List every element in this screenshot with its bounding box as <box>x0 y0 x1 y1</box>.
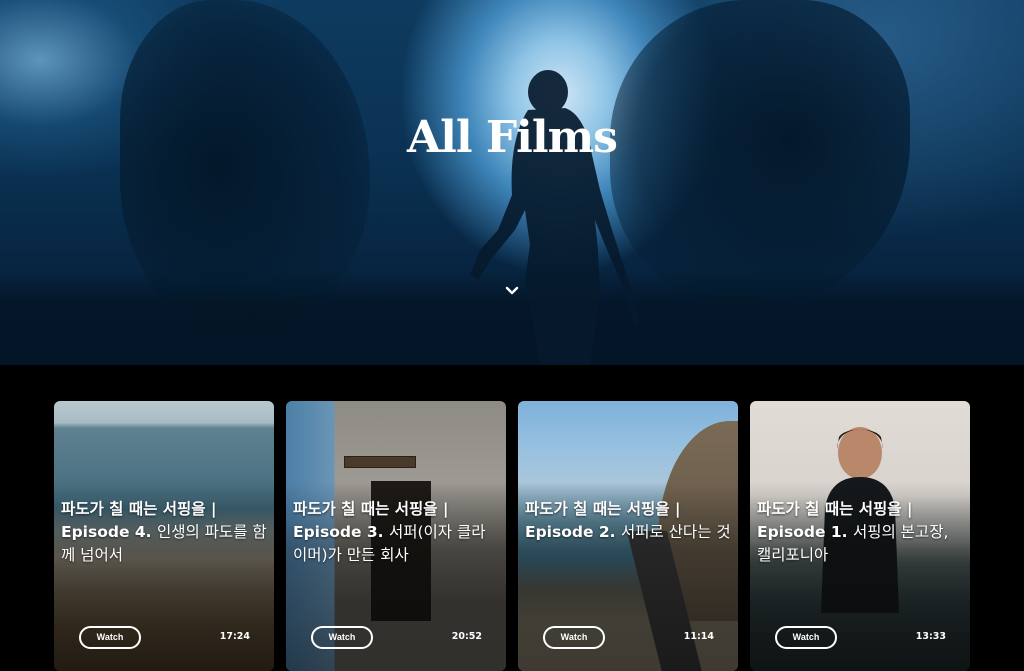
film-duration: 11:14 <box>683 631 714 642</box>
film-title[interactable]: 파도가 칠 때는 서핑을 | Episode 4. 인생의 파도를 함께 넘어서 <box>61 498 267 567</box>
film-subtitle: 서퍼로 산다는 것 <box>620 523 731 541</box>
watch-button[interactable]: Watch <box>775 626 837 649</box>
film-series: 파도가 칠 때는 서핑을 | <box>525 500 681 518</box>
film-duration: 17:24 <box>219 631 250 642</box>
film-series: 파도가 칠 때는 서핑을 | <box>757 500 913 518</box>
film-title[interactable]: 파도가 칠 때는 서핑을 | Episode 2. 서퍼로 산다는 것 <box>525 498 731 544</box>
film-card[interactable]: 파도가 칠 때는 서핑을 | Episode 3. 서퍼(이자 클라이머)가 만… <box>286 401 506 671</box>
film-grid: 파도가 칠 때는 서핑을 | Episode 4. 인생의 파도를 함께 넘어서… <box>0 365 1024 671</box>
film-card[interactable]: 파도가 칠 때는 서핑을 | Episode 4. 인생의 파도를 함께 넘어서… <box>54 401 274 671</box>
film-duration: 20:52 <box>451 631 482 642</box>
film-episode: Episode 3. <box>293 523 384 541</box>
film-duration: 13:33 <box>915 631 946 642</box>
chevron-down-icon[interactable] <box>504 284 520 298</box>
film-card[interactable]: 파도가 칠 때는 서핑을 | Episode 2. 서퍼로 산다는 것 Watc… <box>518 401 738 671</box>
watch-button[interactable]: Watch <box>79 626 141 649</box>
film-episode: Episode 1. <box>757 523 848 541</box>
watch-button[interactable]: Watch <box>543 626 605 649</box>
film-episode: Episode 2. <box>525 523 616 541</box>
film-series: 파도가 칠 때는 서핑을 | <box>61 500 217 518</box>
film-title[interactable]: 파도가 칠 때는 서핑을 | Episode 3. 서퍼(이자 클라이머)가 만… <box>293 498 499 567</box>
film-episode: Episode 4. <box>61 523 152 541</box>
film-card[interactable]: 파도가 칠 때는 서핑을 | Episode 1. 서핑의 본고장, 캘리포니아… <box>750 401 970 671</box>
film-series: 파도가 칠 때는 서핑을 | <box>293 500 449 518</box>
film-title[interactable]: 파도가 칠 때는 서핑을 | Episode 1. 서핑의 본고장, 캘리포니아 <box>757 498 963 567</box>
watch-button[interactable]: Watch <box>311 626 373 649</box>
page-title: All Films <box>407 112 618 163</box>
hero-banner: All Films <box>0 0 1024 365</box>
